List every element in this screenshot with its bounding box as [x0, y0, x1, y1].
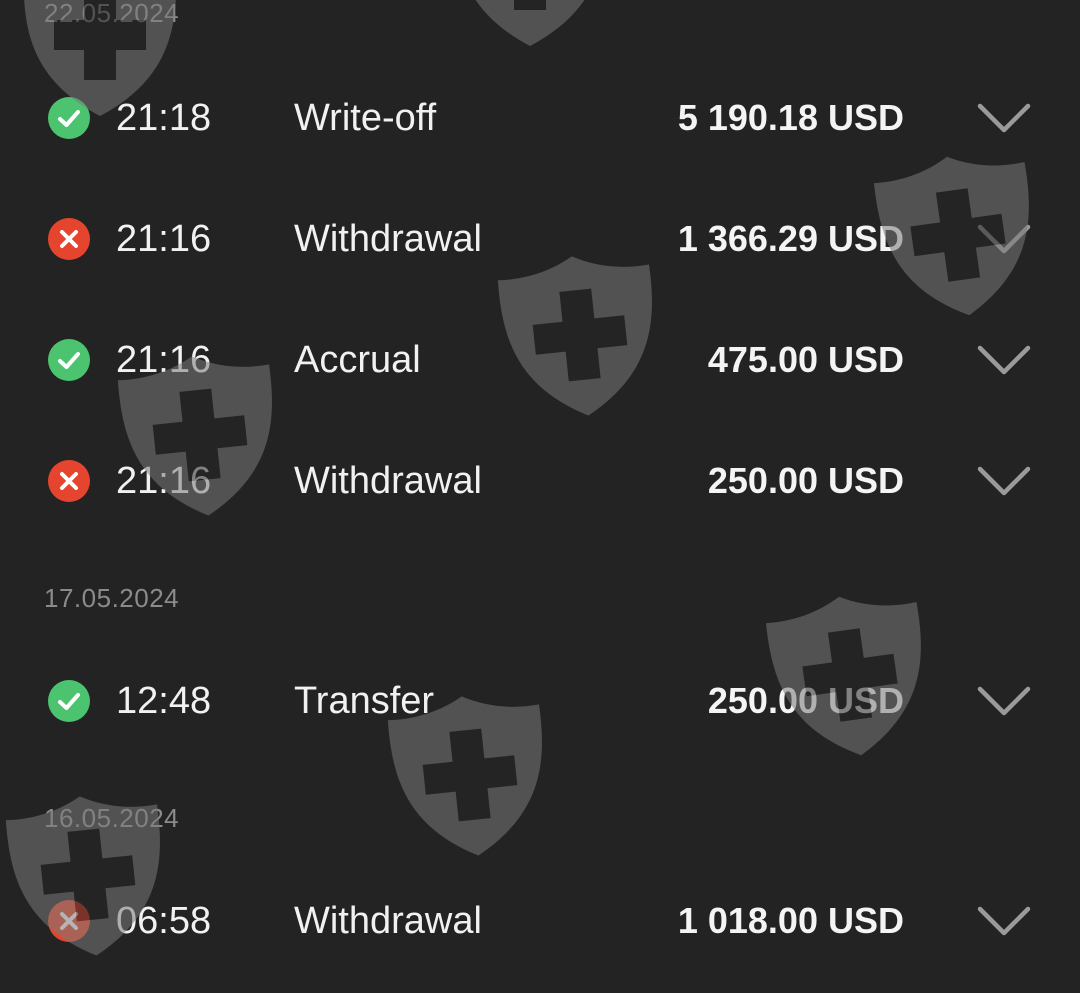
transaction-amount: 1 018.00 USD: [677, 900, 904, 941]
transaction-amount: 475.00 USD: [707, 339, 904, 380]
transaction-history-list: 22.05.2024 21:18 Write-off 5 190.18 USD …: [0, 0, 1080, 993]
x-circle-icon: [48, 460, 90, 502]
transaction-time: 21:16: [116, 460, 212, 502]
transaction-row[interactable]: 21:16 Withdrawal 1 366.29 USD: [0, 199, 1080, 279]
transaction-time: 06:58: [116, 900, 212, 942]
transaction-time: 12:48: [116, 680, 212, 722]
transaction-row[interactable]: 21:18 Write-off 5 190.18 USD: [0, 78, 1080, 158]
transaction-time: 21:18: [116, 97, 212, 139]
check-circle-icon: [48, 339, 90, 381]
transaction-row[interactable]: 21:16 Withdrawal 250.00 USD: [0, 441, 1080, 521]
chevron-down-icon[interactable]: [974, 681, 1034, 721]
chevron-down-icon[interactable]: [974, 98, 1034, 138]
transaction-amount: 1 366.29 USD: [677, 218, 904, 259]
chevron-down-icon[interactable]: [974, 340, 1034, 380]
transaction-amount: 250.00 USD: [707, 680, 904, 721]
transaction-type: Transfer: [294, 680, 435, 722]
transaction-type: Write-off: [294, 97, 437, 139]
transaction-type: Withdrawal: [294, 900, 482, 942]
date-header: 17.05.2024: [44, 583, 180, 613]
chevron-down-icon[interactable]: [974, 901, 1034, 941]
transaction-row[interactable]: 21:16 Accrual 475.00 USD: [0, 320, 1080, 400]
transaction-time: 21:16: [116, 218, 212, 260]
date-header: 16.05.2024: [44, 803, 180, 833]
transaction-type: Accrual: [294, 339, 421, 381]
check-circle-icon: [48, 680, 90, 722]
chevron-down-icon[interactable]: [974, 219, 1034, 259]
transaction-row[interactable]: 12:48 Transfer 250.00 USD: [0, 661, 1080, 741]
x-circle-icon: [48, 218, 90, 260]
transaction-amount: 250.00 USD: [707, 460, 904, 501]
x-circle-icon: [48, 900, 90, 942]
transaction-time: 21:16: [116, 339, 212, 381]
transaction-row[interactable]: 06:58 Withdrawal 1 018.00 USD: [0, 881, 1080, 961]
chevron-down-icon[interactable]: [974, 461, 1034, 501]
date-header: 22.05.2024: [44, 0, 180, 28]
transaction-amount: 5 190.18 USD: [677, 97, 904, 138]
transaction-type: Withdrawal: [294, 460, 482, 502]
check-circle-icon: [48, 97, 90, 139]
transaction-type: Withdrawal: [294, 218, 482, 260]
